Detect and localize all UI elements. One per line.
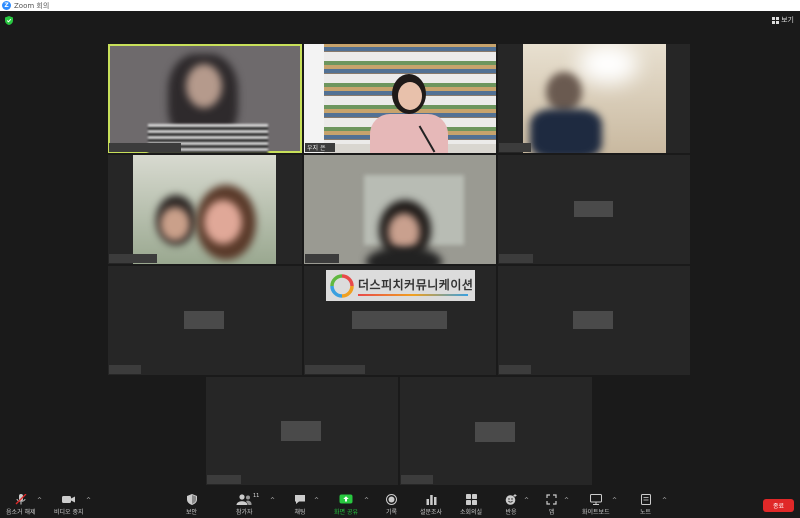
participant-name-placeholder-8 <box>352 311 447 329</box>
zoom-logo-icon: Z <box>2 1 11 10</box>
participant-name-5 <box>305 254 339 263</box>
video-camera-icon <box>61 496 75 503</box>
participant-name-placeholder-6 <box>574 201 613 217</box>
breakout-rooms-label: 소회의실 <box>460 509 483 516</box>
unmute-label: 음소거 해제 <box>6 509 36 516</box>
poll-button[interactable]: 설문조사 <box>420 494 442 516</box>
participant-name-8 <box>305 365 365 374</box>
participant-name-4 <box>109 254 157 263</box>
reactions-options-caret[interactable]: ^ <box>524 497 529 504</box>
audio-options-caret[interactable]: ^ <box>37 497 42 504</box>
breakout-rooms-icon <box>465 494 477 505</box>
video-tile-3[interactable] <box>498 44 690 153</box>
poll-label: 설문조사 <box>420 509 443 516</box>
video-tile-10[interactable] <box>206 377 398 485</box>
share-options-caret[interactable]: ^ <box>364 497 369 504</box>
participant-name-6 <box>499 254 533 263</box>
view-button[interactable]: 보기 <box>772 15 794 25</box>
whiteboard-button[interactable]: 화이트보드 <box>582 494 610 516</box>
participant-video-5 <box>388 213 420 251</box>
poll-bar-chart-icon <box>426 495 437 505</box>
video-tile-6[interactable] <box>498 155 690 264</box>
apps-icon <box>546 494 557 505</box>
record-button[interactable]: 기록 <box>386 494 397 516</box>
participants-options-caret[interactable]: ^ <box>270 497 275 504</box>
participant-video-3 <box>546 72 582 112</box>
notes-icon <box>640 494 651 505</box>
participant-video-4 <box>160 207 190 241</box>
video-tile-7[interactable] <box>108 266 302 375</box>
chat-button[interactable]: 채팅 <box>294 494 306 516</box>
share-screen-icon <box>339 494 353 504</box>
meeting-toolbar: 음소거 해제 ^ 비디오 중지 ^ 보안 11 참가자 ^ 채팅 ^ 화면 공유… <box>0 491 800 518</box>
participant-name-7 <box>109 365 141 374</box>
presenter-body <box>370 114 448 153</box>
apps-options-caret[interactable]: ^ <box>564 497 569 504</box>
reactions-button[interactable]: 반응 <box>505 494 517 516</box>
notes-options-caret[interactable]: ^ <box>662 497 667 504</box>
chat-options-caret[interactable]: ^ <box>314 497 319 504</box>
participants-count-badge: 11 <box>253 493 260 499</box>
stop-video-label: 비디오 중지 <box>54 509 84 516</box>
participant-name-11 <box>401 475 433 484</box>
video-tile-1[interactable] <box>108 44 302 153</box>
participants-button[interactable]: 11 참가자 <box>236 493 259 516</box>
share-screen-label: 화면 공유 <box>334 509 358 516</box>
participant-name-3 <box>499 143 531 152</box>
security-button[interactable]: 보안 <box>186 494 197 516</box>
chat-label: 채팅 <box>294 509 306 516</box>
smiley-plus-icon <box>505 494 517 505</box>
window-titlebar: Z Zoom 회의 <box>0 0 800 11</box>
grid-view-icon <box>772 16 780 24</box>
participant-name-1 <box>109 143 181 152</box>
video-tile-4[interactable] <box>108 155 302 264</box>
window-title: Zoom 회의 <box>14 1 50 10</box>
security-shield-icon <box>186 494 197 505</box>
unmute-button[interactable]: 음소거 해제 <box>6 494 36 516</box>
participants-icon <box>236 494 252 505</box>
video-tile-5[interactable] <box>304 155 496 264</box>
view-label: 보기 <box>781 16 794 24</box>
participant-name-placeholder-10 <box>281 421 321 441</box>
participant-name-placeholder-9 <box>573 311 613 329</box>
whiteboard-icon <box>589 494 602 505</box>
breakout-rooms-button[interactable]: 소회의실 <box>460 494 482 516</box>
record-icon <box>386 494 398 505</box>
whiteboard-label: 화이트보드 <box>582 509 610 516</box>
apps-label: 앱 <box>548 509 555 516</box>
notes-button[interactable]: 노트 <box>640 494 651 516</box>
company-watermark: 더스피치커뮤니케이션 <box>326 270 475 301</box>
participant-name-placeholder-11 <box>475 422 515 442</box>
apps-button[interactable]: 앱 <box>546 494 557 516</box>
video-tile-11[interactable] <box>400 377 592 485</box>
end-meeting-button[interactable]: 종료 <box>763 499 794 512</box>
video-tile-9[interactable] <box>498 266 690 375</box>
presenter-face <box>398 82 422 110</box>
video-tile-2[interactable]: 우지 은 <box>304 44 496 153</box>
encryption-shield-icon[interactable] <box>5 16 13 25</box>
microphone-muted-icon <box>15 494 27 505</box>
participants-label: 참가자 <box>236 509 253 516</box>
participant-name-2: 우지 은 <box>305 143 335 152</box>
video-options-caret[interactable]: ^ <box>86 497 91 504</box>
participant-name-10 <box>207 475 241 484</box>
watermark-text: 더스피치커뮤니케이션 <box>358 277 474 292</box>
reactions-label: 반응 <box>505 509 517 516</box>
end-meeting-label: 종료 <box>772 503 785 510</box>
company-logo-icon <box>330 273 354 298</box>
stop-video-button[interactable]: 비디오 중지 <box>54 494 84 516</box>
chat-bubble-icon <box>295 495 305 504</box>
record-label: 기록 <box>386 509 398 516</box>
notes-label: 노트 <box>640 509 652 516</box>
share-screen-button[interactable]: 화면 공유 <box>334 494 358 516</box>
whiteboard-options-caret[interactable]: ^ <box>612 497 617 504</box>
security-label: 보안 <box>186 509 198 516</box>
participant-name-9 <box>499 365 531 374</box>
participant-name-placeholder-7 <box>184 311 224 329</box>
